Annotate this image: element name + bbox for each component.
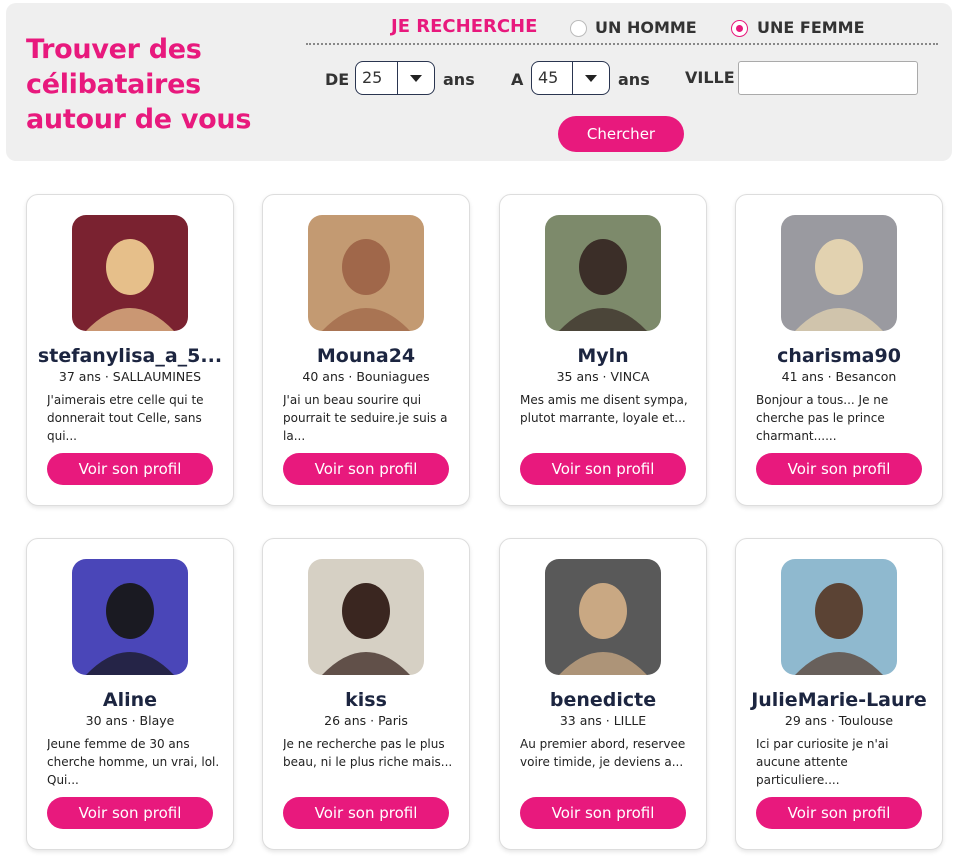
profile-name[interactable]: stefanylisa_a_5... xyxy=(35,345,225,367)
search-panel: Trouver des célibataires autour de vous … xyxy=(6,3,952,161)
avatar[interactable] xyxy=(72,559,188,675)
view-profile-button[interactable]: Voir son profil xyxy=(520,797,686,829)
radio-man-label[interactable]: UN HOMME xyxy=(595,18,697,37)
gender-row: JE RECHERCHE UN HOMME UNE FEMME xyxy=(306,15,938,45)
view-profile-button[interactable]: Voir son profil xyxy=(47,797,213,829)
profile-description: J'ai un beau sourire qui pourrait te sed… xyxy=(283,393,448,443)
profile-card[interactable]: kiss 26 ans · Paris Je ne recherche pas le… xyxy=(262,538,470,850)
profile-description: Ici par curiosite je n'ai aucune attente… xyxy=(756,737,889,787)
profile-meta: 29 ans · Toulouse xyxy=(784,713,894,728)
avatar[interactable] xyxy=(781,559,897,675)
profile-card[interactable]: Aline 30 ans · Blaye Jeune femme de 30 ans… xyxy=(26,538,234,850)
radio-man[interactable] xyxy=(570,20,587,37)
profile-name[interactable]: Aline xyxy=(35,689,225,711)
age-to-unit: ans xyxy=(618,70,650,89)
chevron-down-icon[interactable] xyxy=(572,62,609,94)
view-profile-button[interactable]: Voir son profil xyxy=(283,797,449,829)
view-profile-button[interactable]: Voir son profil xyxy=(520,453,686,485)
photo-face xyxy=(579,239,627,295)
city-label: VILLE xyxy=(685,68,735,87)
profile-name[interactable]: kiss xyxy=(271,689,461,711)
page-headline: Trouver des célibataires autour de vous xyxy=(26,34,252,135)
age-to-label: A xyxy=(511,70,524,89)
photo-face xyxy=(106,583,154,639)
profile-card[interactable]: Mouna24 40 ans · Bouniagues J'ai un beau s… xyxy=(262,194,470,506)
view-profile-button[interactable]: Voir son profil xyxy=(47,453,213,485)
view-profile-button[interactable]: Voir son profil xyxy=(756,797,922,829)
age-from-select[interactable]: 25 xyxy=(355,61,435,95)
avatar[interactable] xyxy=(781,215,897,331)
profile-meta: 37 ans · SALLAUMINES xyxy=(58,369,202,384)
photo-face xyxy=(106,239,154,295)
profile-name[interactable]: JulieMarie-Laure xyxy=(744,689,934,711)
profile-meta: 41 ans · Besancon xyxy=(781,369,897,384)
profile-meta: 35 ans · VINCA xyxy=(556,369,650,384)
chevron-down-icon[interactable] xyxy=(397,62,434,94)
photo-face xyxy=(342,239,390,295)
photo-face xyxy=(579,583,627,639)
radio-woman-label[interactable]: UNE FEMME xyxy=(757,18,865,37)
profile-name[interactable]: benedicte xyxy=(508,689,698,711)
avatar[interactable] xyxy=(545,559,661,675)
profile-meta: 40 ans · Bouniagues xyxy=(302,369,430,384)
photo-face xyxy=(815,239,863,295)
age-to-value: 45 xyxy=(538,68,559,87)
age-from-unit: ans xyxy=(443,70,475,89)
view-profile-button[interactable]: Voir son profil xyxy=(756,453,922,485)
profile-name[interactable]: Mouna24 xyxy=(271,345,461,367)
radio-woman[interactable] xyxy=(731,20,748,37)
looking-for-label: JE RECHERCHE xyxy=(391,16,538,37)
age-from-value: 25 xyxy=(362,68,383,87)
age-to-select[interactable]: 45 xyxy=(531,61,610,95)
profile-card[interactable]: charisma90 41 ans · Besancon Bonjour a tou… xyxy=(735,194,943,506)
age-from-label: DE xyxy=(325,70,350,89)
profile-description: J'aimerais etre celle qui te donnerait t… xyxy=(47,393,204,443)
profile-description: Jeune femme de 30 ans cherche homme, un … xyxy=(47,737,220,787)
profile-card[interactable]: stefanylisa_a_5... 37 ans · SALLAUMINES J'… xyxy=(26,194,234,506)
city-input[interactable] xyxy=(738,61,918,95)
profile-meta: 33 ans · LILLE xyxy=(559,713,647,728)
profile-description: Je ne recherche pas le plus beau, ni le … xyxy=(283,737,453,769)
profile-description: Au premier abord, reservee voire timide,… xyxy=(520,737,686,769)
avatar[interactable] xyxy=(308,559,424,675)
profile-card[interactable]: JulieMarie-Laure 29 ans · Toulouse Ici par… xyxy=(735,538,943,850)
search-button[interactable]: Chercher xyxy=(558,116,684,152)
avatar[interactable] xyxy=(72,215,188,331)
profile-description: Mes amis me disent sympa, plutot marrant… xyxy=(520,393,688,425)
profile-card[interactable]: Myln 35 ans · VINCA Mes amis me disent sym… xyxy=(499,194,707,506)
profile-meta: 30 ans · Blaye xyxy=(85,713,175,728)
profile-card[interactable]: benedicte 33 ans · LILLE Au premier abord,… xyxy=(499,538,707,850)
photo-face xyxy=(342,583,390,639)
profile-name[interactable]: Myln xyxy=(508,345,698,367)
avatar[interactable] xyxy=(545,215,661,331)
profile-meta: 26 ans · Paris xyxy=(324,713,408,728)
view-profile-button[interactable]: Voir son profil xyxy=(283,453,449,485)
profile-name[interactable]: charisma90 xyxy=(744,345,934,367)
avatar[interactable] xyxy=(308,215,424,331)
profile-description: Bonjour a tous... Je ne cherche pas le p… xyxy=(756,393,889,443)
photo-face xyxy=(815,583,863,639)
